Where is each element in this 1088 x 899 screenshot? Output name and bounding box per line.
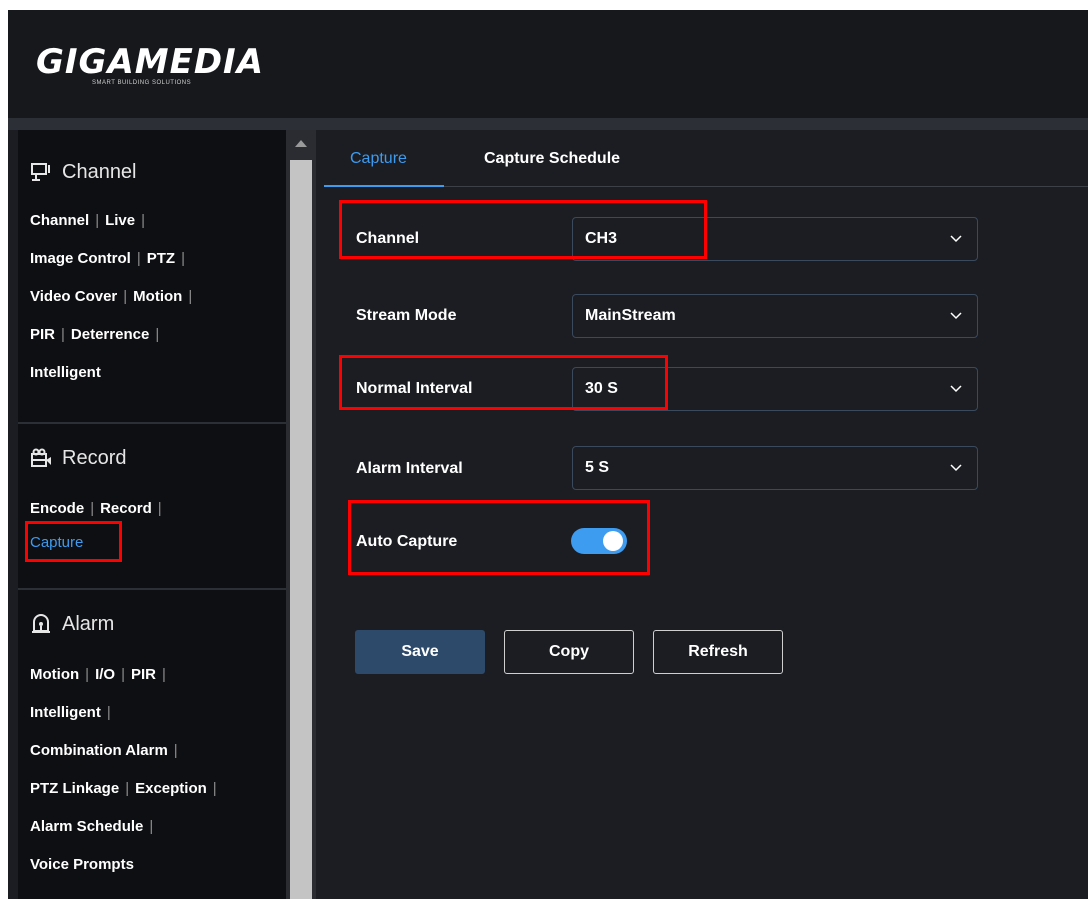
sidebar-link-voice-prompts[interactable]: Voice Prompts	[30, 856, 134, 873]
sidebar-heading-label: Channel	[62, 160, 137, 183]
highlight-normal-interval	[339, 355, 668, 410]
sidebar-link-pir[interactable]: PIR	[30, 326, 55, 343]
sidebar-link-alarm-schedule[interactable]: Alarm Schedule	[30, 818, 143, 835]
stream-mode-select[interactable]: MainStream	[572, 294, 978, 338]
alarm-icon	[32, 614, 50, 633]
sidebar-heading-label: Alarm	[62, 612, 115, 635]
sidebar-link-encode[interactable]: Encode	[30, 500, 84, 517]
sidebar-link-image-control[interactable]: Image Control	[30, 250, 131, 267]
sidebar-link-motion[interactable]: Motion	[133, 288, 182, 305]
sidebar-section-alarm: Alarm Motion | I/O | PIR | Intelligent | Combi…	[18, 590, 286, 884]
app-window: GIGAMEDIA SMART BUILDING SOLUTIONS Chann…	[8, 10, 1088, 899]
sidebar-link-record[interactable]: Record	[100, 500, 152, 517]
sidebar-link-deterrence[interactable]: Deterrence	[71, 326, 149, 343]
sidebar-link-combination-alarm[interactable]: Combination Alarm	[30, 742, 168, 759]
logo-text: GIGAMEDIA	[36, 42, 265, 82]
alarm-interval-label: Alarm Interval	[356, 460, 463, 477]
sidebar-link-channel[interactable]: Channel	[30, 212, 89, 229]
sidebar-heading-alarm[interactable]: Alarm	[18, 604, 286, 644]
highlight-capture-link	[25, 521, 122, 562]
stream-mode-label: Stream Mode	[356, 307, 457, 324]
monitor-icon	[31, 163, 50, 181]
sidebar-link-ptz-linkage[interactable]: PTZ Linkage	[30, 780, 119, 797]
highlight-auto-capture	[348, 500, 650, 575]
stream-mode-value: MainStream	[585, 307, 676, 324]
highlight-channel	[339, 200, 707, 259]
alarm-links: Motion | I/O | PIR | Intelligent | Combination…	[30, 666, 217, 873]
alarm-interval-value: 5 S	[585, 459, 610, 476]
scrollbar-thumb[interactable]	[290, 160, 312, 899]
chevron-down-icon	[950, 235, 962, 243]
channel-links: Channel | Live | Image Control | PTZ | Video C…	[30, 212, 193, 381]
sidebar-link-io[interactable]: I/O	[95, 666, 115, 683]
chevron-down-icon	[950, 385, 962, 393]
chevron-down-icon	[950, 312, 962, 320]
tab-capture[interactable]: Capture	[350, 150, 407, 168]
sidebar-link-exception[interactable]: Exception	[135, 780, 207, 797]
sidebar-link-alarm-intelligent[interactable]: Intelligent	[30, 704, 101, 721]
tab-bar: Capture Capture Schedule	[324, 130, 1088, 187]
top-bar: GIGAMEDIA SMART BUILDING SOLUTIONS	[8, 10, 1088, 118]
record-icon	[31, 448, 51, 467]
sidebar-heading-channel[interactable]: Channel	[18, 152, 286, 192]
sidebar-section-channel: Channel Channel | Live | Image Control | PTZ |…	[18, 130, 286, 392]
sidebar-scrollbar[interactable]	[286, 130, 316, 899]
logo: GIGAMEDIA SMART BUILDING SOLUTIONS	[36, 42, 264, 86]
sidebar-heading-label: Record	[62, 446, 127, 469]
alarm-interval-select[interactable]: 5 S	[572, 446, 978, 490]
sidebar-link-alarm-motion[interactable]: Motion	[30, 666, 79, 683]
sidebar-link-intelligent[interactable]: Intelligent	[30, 364, 101, 381]
sidebar: Channel Channel | Live | Image Control | PTZ |…	[18, 130, 286, 899]
refresh-button[interactable]: Refresh	[653, 630, 783, 674]
sidebar-heading-record[interactable]: Record	[18, 438, 286, 478]
sidebar-link-video-cover[interactable]: Video Cover	[30, 288, 117, 305]
header-separator	[8, 118, 1088, 130]
active-tab-indicator	[324, 185, 444, 187]
copy-button[interactable]: Copy	[504, 630, 634, 674]
tab-capture-schedule[interactable]: Capture Schedule	[484, 150, 620, 168]
chevron-down-icon	[950, 464, 962, 472]
sidebar-link-alarm-pir[interactable]: PIR	[131, 666, 156, 683]
save-button[interactable]: Save	[355, 630, 485, 674]
sidebar-link-live[interactable]: Live	[105, 212, 135, 229]
sidebar-link-ptz[interactable]: PTZ	[147, 250, 175, 267]
scroll-up-arrow-icon[interactable]	[295, 140, 307, 147]
